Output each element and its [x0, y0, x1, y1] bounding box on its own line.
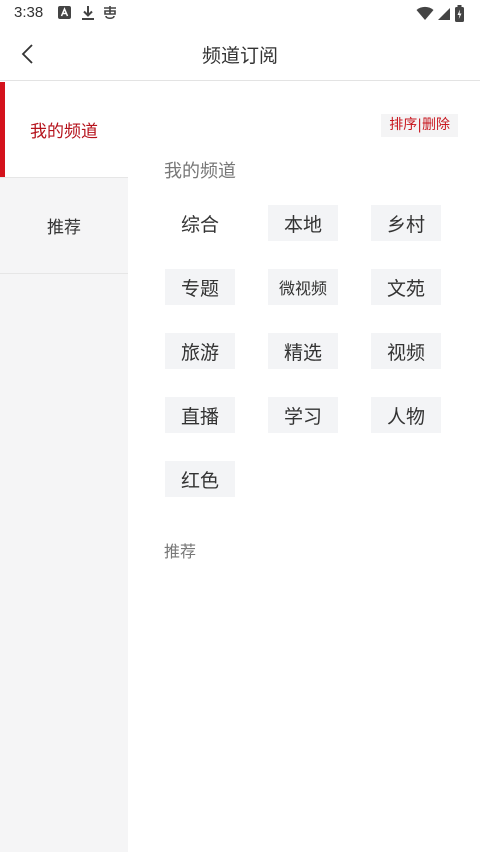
sidebar-item-label: 我的频道	[30, 122, 98, 142]
my-channels-title: 我的频道	[164, 161, 236, 182]
sidebar-item-my-channels[interactable]: 我的频道	[0, 82, 128, 178]
page-title: 频道订阅	[201, 45, 278, 67]
status-bar: 3:38	[0, 0, 480, 28]
battery-icon	[455, 5, 464, 22]
download-icon	[82, 6, 94, 20]
app-icon	[104, 6, 116, 20]
sidebar-item-label: 推荐	[47, 218, 81, 238]
channel-chip[interactable]: 微视频	[268, 269, 338, 305]
channel-chip[interactable]: 人物	[371, 397, 441, 433]
sort-delete-button[interactable]: 排序|删除	[381, 114, 458, 137]
notification-a-icon	[58, 6, 71, 19]
channel-chip[interactable]: 综合	[165, 205, 235, 241]
signal-icon	[438, 8, 450, 20]
channel-chip[interactable]: 红色	[165, 461, 235, 497]
channel-chip[interactable]: 直播	[165, 397, 235, 433]
channel-chip[interactable]: 精选	[268, 333, 338, 369]
sidebar: 我的频道 推荐	[0, 82, 128, 852]
main-content: 排序|删除 我的频道 综合 本地 乡村 专题 微视频 文苑 旅游 精选 视频 直…	[128, 82, 480, 852]
channel-chip[interactable]: 学习	[268, 397, 338, 433]
wifi-icon	[416, 6, 434, 20]
channel-chip[interactable]: 专题	[165, 269, 235, 305]
channel-chip[interactable]: 乡村	[371, 205, 441, 241]
channel-chip[interactable]: 旅游	[165, 333, 235, 369]
sidebar-item-recommend[interactable]: 推荐	[0, 178, 128, 274]
channel-chip[interactable]: 文苑	[371, 269, 441, 305]
recommend-title: 推荐	[164, 542, 197, 561]
status-time: 3:38	[14, 4, 44, 21]
channel-chip[interactable]: 视频	[371, 333, 441, 369]
header: 频道订阅	[0, 28, 480, 81]
channel-chip[interactable]: 本地	[268, 205, 338, 241]
